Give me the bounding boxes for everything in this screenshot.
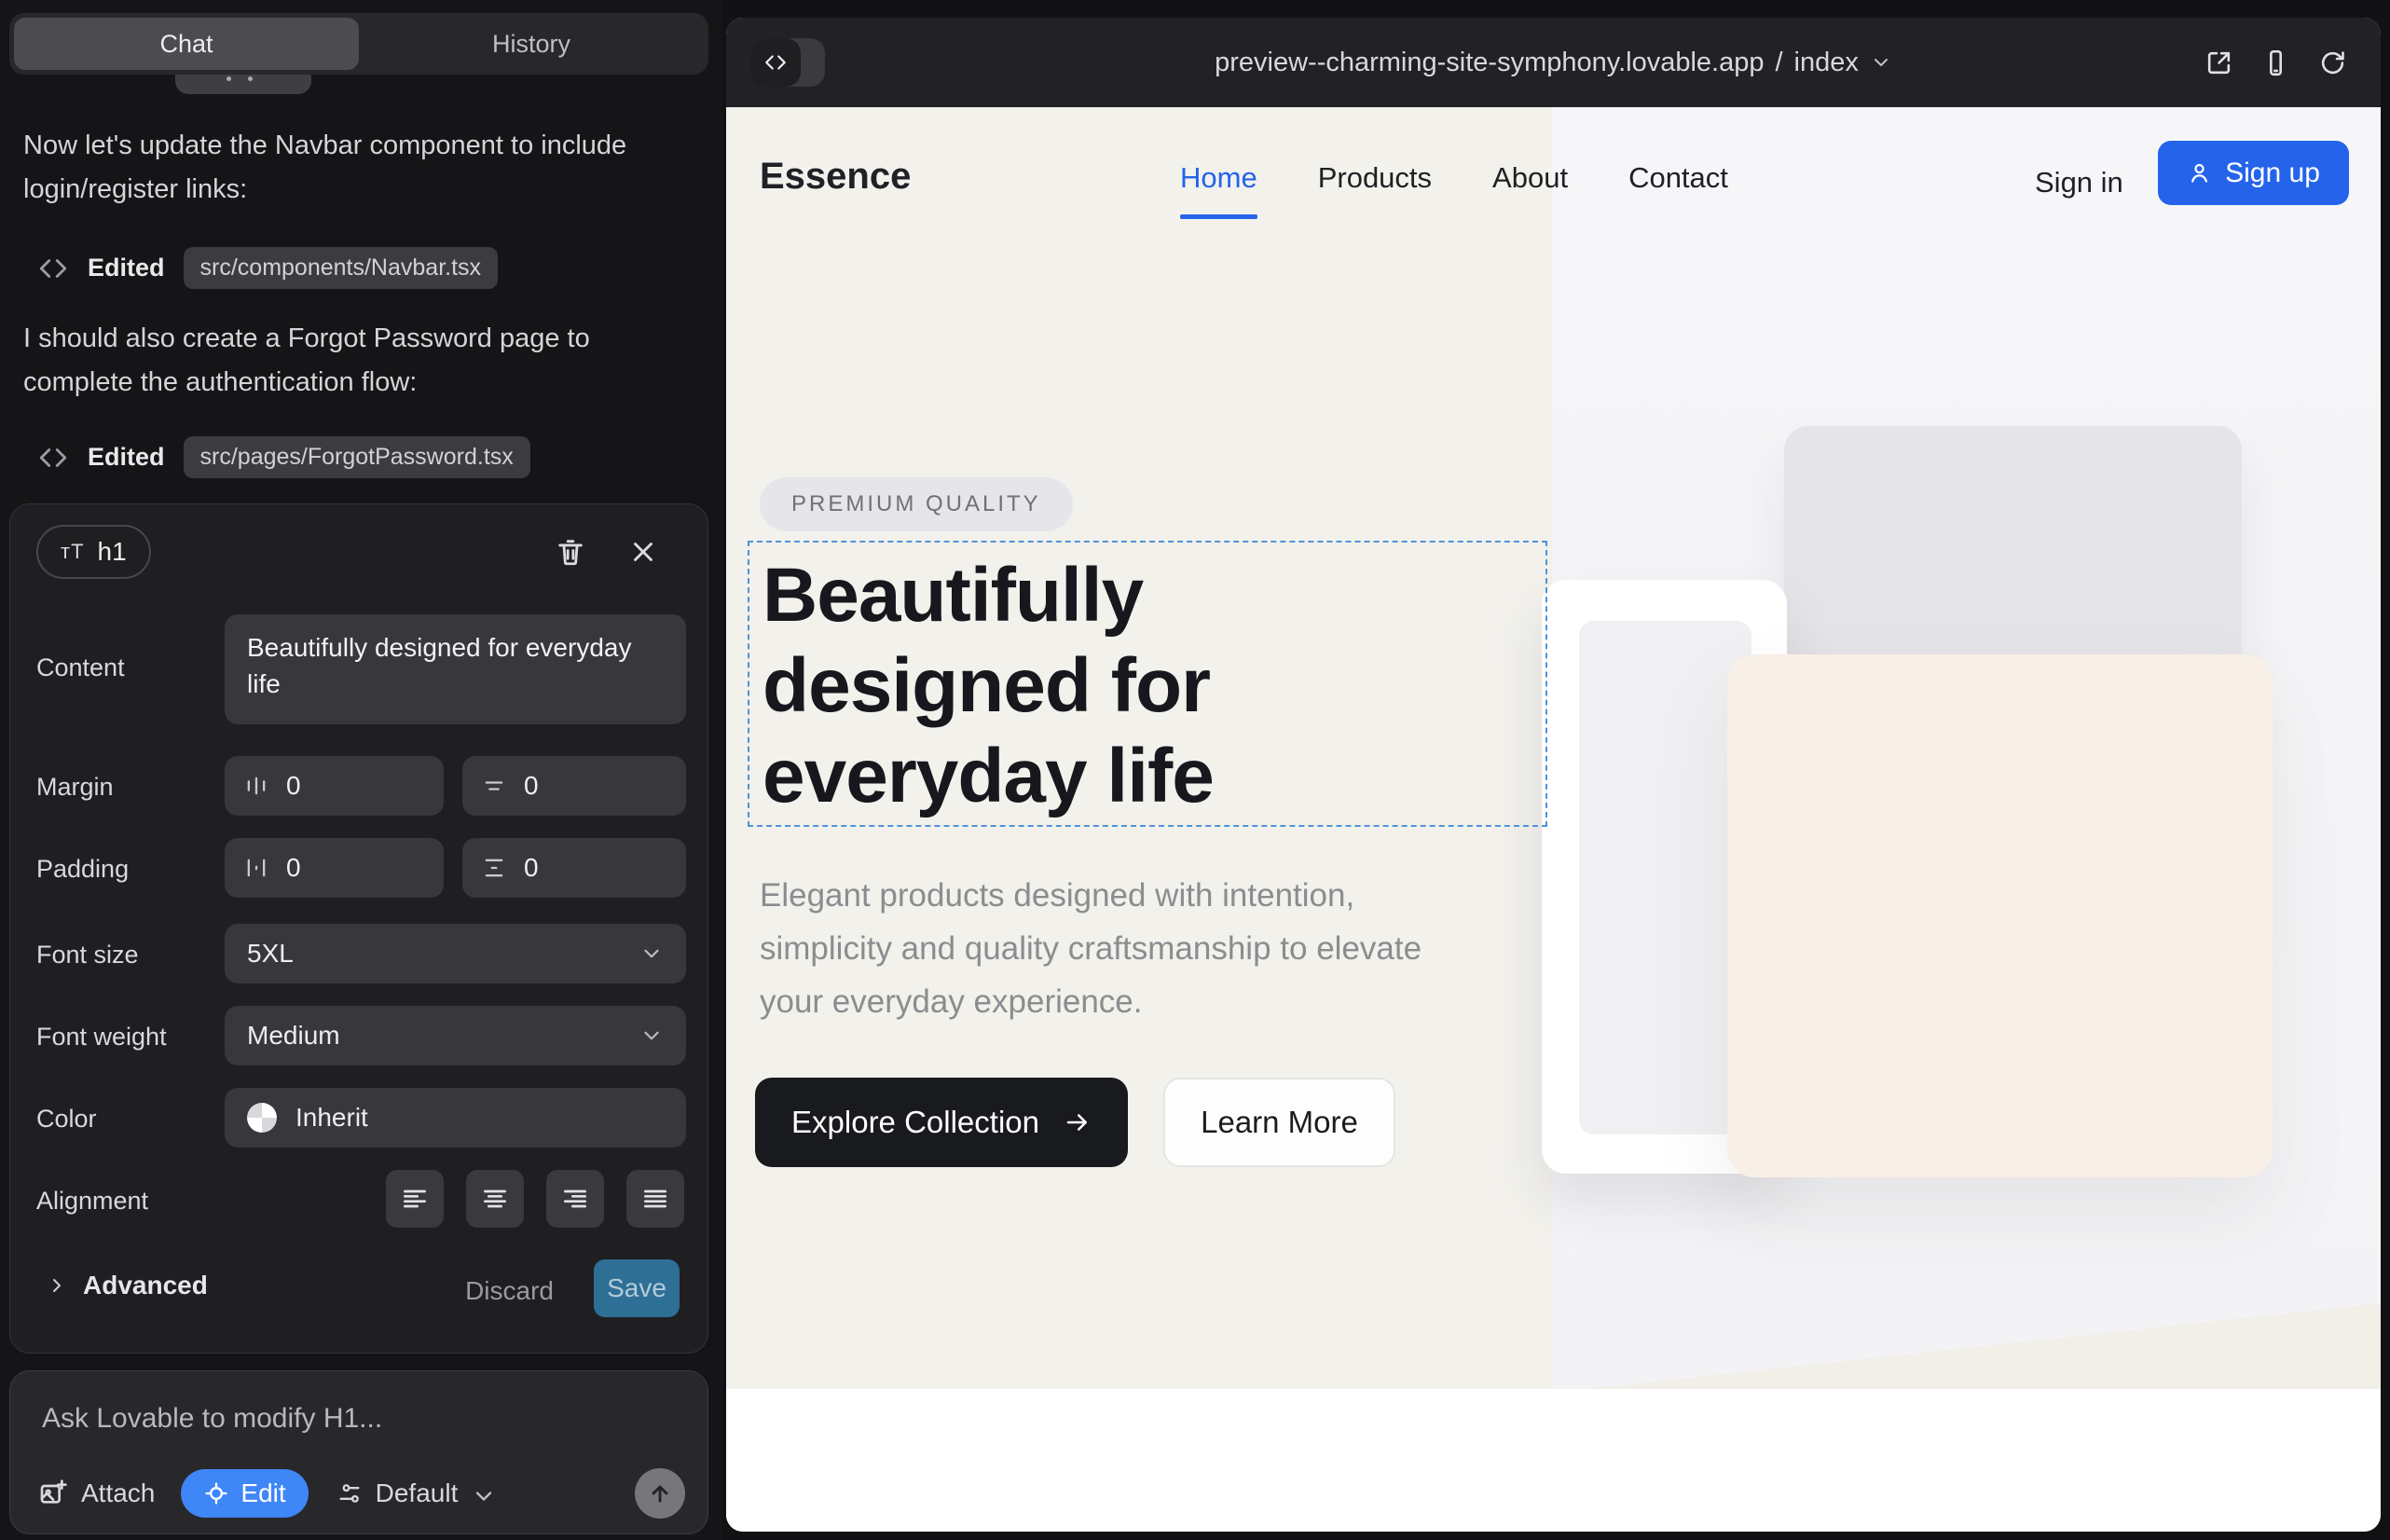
color-swatch — [247, 1103, 277, 1133]
edited-label: Edited — [88, 443, 165, 472]
send-button[interactable] — [635, 1468, 685, 1519]
chat-message: Now let's update the Navbar component to… — [23, 124, 676, 212]
target-icon — [203, 1480, 229, 1506]
attach-button[interactable]: Attach — [38, 1478, 155, 1508]
app-root: Chat History Now let's update the Navbar… — [0, 0, 2390, 1540]
sliders-icon — [337, 1480, 363, 1506]
hero-heading: Beautifully designed for everyday life — [762, 550, 1214, 821]
code-icon — [37, 442, 69, 474]
alignment-label: Alignment — [36, 1187, 148, 1216]
refresh-icon[interactable] — [2318, 48, 2347, 77]
scrolled-badge-partial — [175, 75, 311, 94]
edited-label: Edited — [88, 254, 165, 282]
site-canvas: Essence Home Products About Contact Sign… — [726, 107, 2381, 1532]
content-label: Content — [36, 653, 125, 682]
nav-contact[interactable]: Contact — [1628, 161, 1728, 195]
arrow-up-icon — [647, 1480, 673, 1506]
composer-toolbar: Attach Edit Default — [38, 1466, 685, 1520]
alignment-buttons — [386, 1170, 684, 1228]
delete-element-button[interactable] — [555, 536, 586, 568]
font-weight-select[interactable]: Medium — [225, 1006, 686, 1066]
preview-url[interactable]: preview--charming-site-symphony.lovable.… — [1215, 48, 1892, 78]
edit-mode-button[interactable]: Edit — [181, 1469, 308, 1518]
margin-x-input[interactable]: 0 — [225, 756, 444, 816]
user-icon — [2187, 160, 2212, 186]
topbar-actions — [2205, 18, 2347, 107]
edited-file-row: Edited src/components/Navbar.tsx — [37, 247, 498, 289]
color-select[interactable]: Inherit — [225, 1088, 686, 1148]
discard-button[interactable]: Discard — [465, 1276, 554, 1306]
element-editor-panel: ᴛT h1 Content Beautifully designed for e… — [9, 503, 708, 1354]
premium-quality-badge: PREMIUM QUALITY — [760, 477, 1073, 531]
margin-label: Margin — [36, 773, 114, 802]
advanced-toggle[interactable]: Advanced — [46, 1271, 208, 1300]
site-logo[interactable]: Essence — [760, 156, 911, 198]
padding-x-input[interactable]: 0 — [225, 838, 444, 898]
align-center-button[interactable] — [466, 1170, 524, 1228]
preview-topbar: preview--charming-site-symphony.lovable.… — [726, 18, 2381, 107]
padding-vertical-icon — [481, 855, 507, 881]
explore-collection-button[interactable]: Explore Collection — [755, 1078, 1128, 1167]
sign-in-link[interactable]: Sign in — [2035, 166, 2123, 199]
prompt-composer[interactable]: Ask Lovable to modify H1... Attach Edit … — [9, 1370, 708, 1534]
nav-home[interactable]: Home — [1180, 161, 1257, 195]
nav-about[interactable]: About — [1492, 161, 1568, 195]
learn-more-button[interactable]: Learn More — [1163, 1078, 1395, 1167]
margin-vertical-icon — [481, 773, 507, 799]
element-tag-chip: ᴛT h1 — [36, 525, 151, 579]
prompt-input[interactable]: Ask Lovable to modify H1... — [42, 1403, 382, 1435]
padding-label: Padding — [36, 855, 129, 884]
code-preview-toggle[interactable] — [750, 38, 825, 87]
content-input[interactable]: Beautifully designed for everyday life — [225, 614, 686, 724]
color-label: Color — [36, 1105, 97, 1134]
decor-card-white-inner — [1579, 621, 1751, 1134]
save-button[interactable]: Save — [594, 1259, 680, 1317]
close-icon[interactable] — [627, 536, 659, 568]
align-left-button[interactable] — [386, 1170, 444, 1228]
chevron-down-icon — [639, 942, 664, 966]
chevron-down-icon — [471, 1483, 491, 1504]
chevron-right-icon — [46, 1274, 68, 1297]
model-selector[interactable]: Default — [337, 1478, 492, 1508]
tab-history[interactable]: History — [359, 18, 704, 70]
nav-products[interactable]: Products — [1318, 161, 1432, 195]
element-tag: h1 — [98, 537, 127, 567]
code-icon — [37, 253, 69, 284]
align-right-button[interactable] — [546, 1170, 604, 1228]
edited-file-row: Edited src/pages/ForgotPassword.tsx — [37, 436, 530, 478]
selected-h1-outline[interactable]: Beautifully designed for everyday life — [748, 541, 1547, 827]
padding-horizontal-icon — [243, 855, 269, 881]
padding-y-input[interactable]: 0 — [462, 838, 686, 898]
preview-panel: preview--charming-site-symphony.lovable.… — [726, 18, 2381, 1532]
image-plus-icon — [38, 1478, 68, 1508]
margin-horizontal-icon — [243, 773, 269, 799]
arrow-right-icon — [1064, 1108, 1092, 1136]
chat-message: I should also create a Forgot Password p… — [23, 317, 676, 405]
file-badge[interactable]: src/components/Navbar.tsx — [184, 247, 499, 289]
chevron-down-icon — [639, 1024, 664, 1048]
hero-subheading: Elegant products designed with intention… — [760, 869, 1491, 1028]
site-nav: Home Products About Contact — [1180, 161, 1728, 195]
font-weight-label: Font weight — [36, 1023, 167, 1052]
font-size-select[interactable]: 5XL — [225, 924, 686, 983]
sign-up-button[interactable]: Sign up — [2158, 141, 2349, 205]
decor-card-beige — [1727, 654, 2273, 1177]
font-size-label: Font size — [36, 941, 139, 969]
chat-history-tabs: Chat History — [9, 13, 708, 75]
margin-y-input[interactable]: 0 — [462, 756, 686, 816]
tab-chat[interactable]: Chat — [14, 18, 359, 70]
chevron-down-icon — [1870, 51, 1892, 74]
file-badge[interactable]: src/pages/ForgotPassword.tsx — [184, 436, 530, 478]
open-in-new-tab-icon[interactable] — [2205, 48, 2233, 77]
code-icon — [750, 38, 801, 87]
align-justify-button[interactable] — [626, 1170, 684, 1228]
mobile-view-icon[interactable] — [2261, 48, 2290, 77]
type-icon: ᴛT — [61, 540, 85, 564]
